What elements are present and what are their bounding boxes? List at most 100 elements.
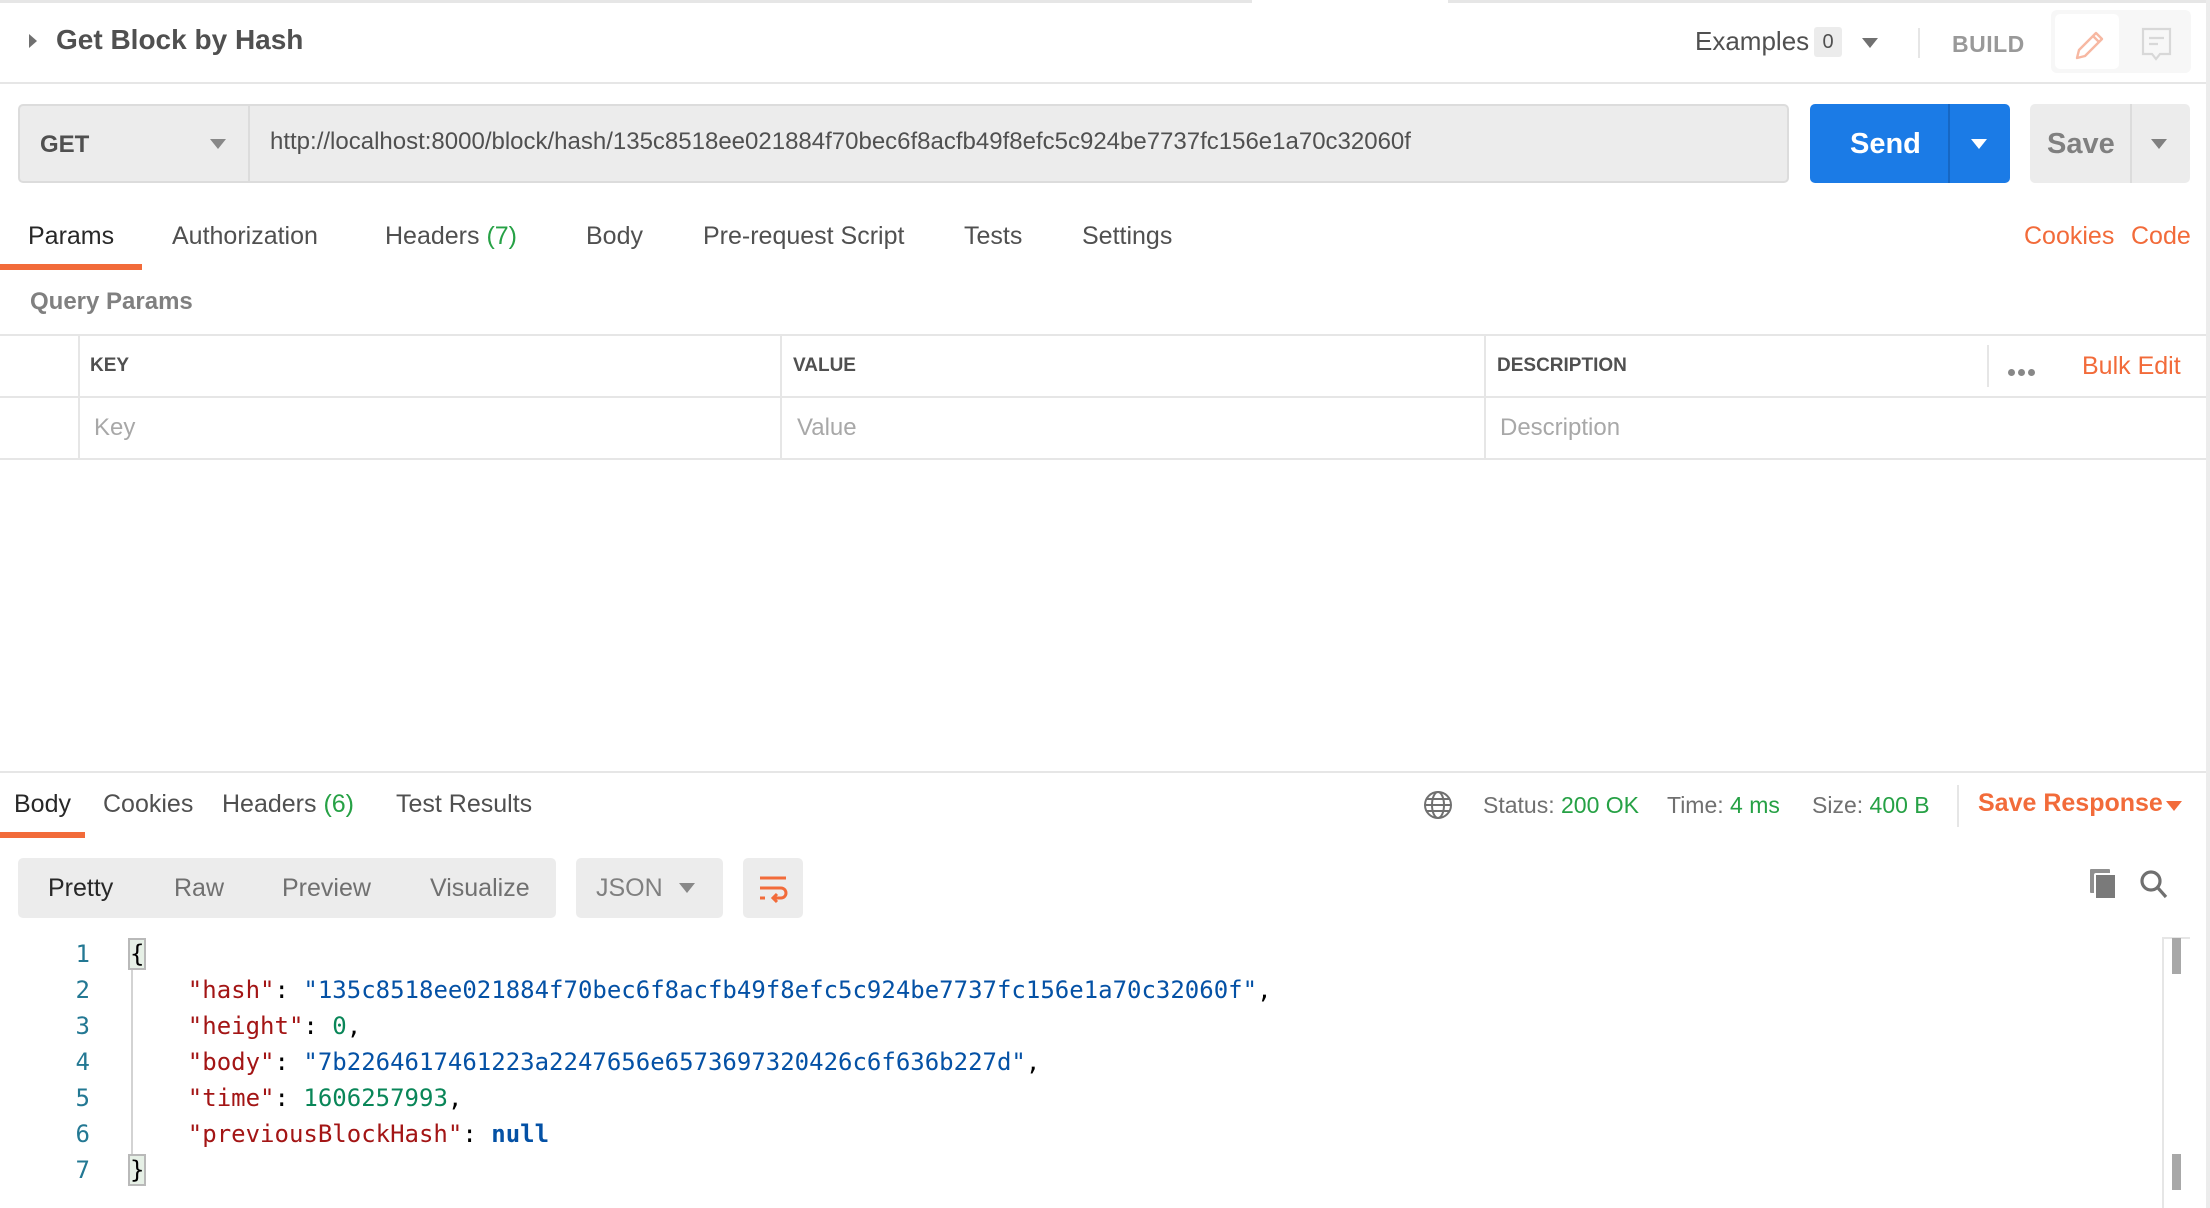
json-key: "time" — [187, 1084, 275, 1112]
save-options-dropdown-icon[interactable] — [2151, 139, 2167, 149]
line-number: 1 — [75, 940, 90, 968]
json-value: null — [491, 1120, 550, 1148]
more-options-icon[interactable] — [2008, 363, 2038, 381]
send-label[interactable]: Send — [1850, 128, 1921, 161]
json-key: "body" — [187, 1048, 275, 1076]
line-number: 7 — [75, 1156, 90, 1184]
bulk-edit-button[interactable]: Bulk Edit — [2082, 352, 2181, 381]
chevron-down-icon — [679, 883, 695, 893]
json-value: 1606257993 — [303, 1084, 448, 1112]
code-line: "previousBlockHash": null — [187, 1120, 550, 1148]
headers-count: (6) — [323, 790, 355, 818]
code-line: "height": 0, — [187, 1012, 362, 1040]
tab-label: Body — [586, 222, 643, 250]
tab-body[interactable]: Body — [586, 222, 643, 251]
copy-button[interactable] — [2086, 866, 2120, 907]
size-value: 400 B — [1869, 792, 1930, 818]
json-value: 0 — [332, 1012, 347, 1040]
key-input[interactable]: Key — [94, 414, 135, 442]
size-label: Size: — [1812, 792, 1864, 818]
request-title[interactable]: Get Block by Hash — [56, 24, 303, 56]
value-input[interactable]: Value — [797, 414, 857, 442]
tab-authorization[interactable]: Authorization — [172, 222, 318, 251]
tab-label: Params — [28, 222, 115, 250]
code-line: "time": 1606257993, — [187, 1084, 463, 1112]
scrollbar-marker — [2172, 938, 2181, 974]
size-readout: Size: 400 B — [1812, 792, 1930, 819]
format-pretty[interactable]: Pretty — [48, 874, 113, 903]
line-number: 3 — [75, 1012, 90, 1040]
send-options-dropdown-icon[interactable] — [1971, 139, 1987, 149]
right-pane-border — [2206, 0, 2210, 1208]
comments-button[interactable] — [2127, 14, 2187, 69]
search-icon — [2140, 870, 2168, 899]
code-line: "hash": "135c8518ee021884f70bec6f8acfb49… — [187, 976, 1272, 1004]
save-label[interactable]: Save — [2047, 128, 2115, 161]
build-mode-label[interactable]: BUILD — [1952, 31, 2025, 58]
tab-params[interactable]: Params — [28, 222, 114, 251]
response-tab-headers[interactable]: Headers (6) — [222, 790, 354, 819]
table-border — [0, 458, 2206, 460]
expand-caret-icon[interactable] — [29, 34, 37, 48]
wrap-icon — [760, 876, 788, 904]
tab-label: Headers — [385, 222, 480, 250]
divider — [1957, 785, 1959, 827]
copy-icon — [2090, 869, 2117, 900]
pencil-icon — [2075, 31, 2104, 60]
tab-headers[interactable]: Headers (7) — [385, 222, 517, 251]
method-label: GET — [40, 131, 90, 158]
response-tab-cookies[interactable]: Cookies — [103, 790, 193, 819]
language-label: JSON — [596, 874, 663, 902]
column-header-value: VALUE — [793, 355, 856, 376]
format-visualize[interactable]: Visualize — [430, 874, 530, 903]
tab-label: Settings — [1082, 222, 1173, 250]
response-tab-test-results[interactable]: Test Results — [396, 790, 532, 819]
description-input[interactable]: Description — [1500, 414, 1620, 442]
save-response-button[interactable]: Save Response — [1978, 789, 2163, 818]
table-border — [0, 396, 2206, 398]
status-readout: Status: 200 OK — [1483, 792, 1639, 819]
network-globe-icon[interactable] — [1422, 789, 1454, 826]
time-label: Time: — [1667, 792, 1724, 818]
wrap-lines-button[interactable] — [743, 858, 803, 918]
divider — [2130, 104, 2132, 183]
code-link[interactable]: Code — [2131, 222, 2191, 251]
column-header-key: KEY — [90, 355, 130, 376]
format-preview[interactable]: Preview — [282, 874, 371, 903]
examples-label[interactable]: Examples — [1695, 26, 1809, 57]
query-params-title: Query Params — [30, 288, 193, 315]
examples-dropdown-icon[interactable] — [1862, 38, 1878, 48]
active-tab-indicator — [0, 832, 85, 838]
comment-icon — [2141, 27, 2172, 61]
time-readout: Time: 4 ms — [1667, 792, 1780, 819]
search-button[interactable] — [2137, 866, 2171, 907]
globe-icon — [1424, 791, 1452, 819]
tab-settings[interactable]: Settings — [1082, 222, 1172, 251]
headers-count: (7) — [486, 222, 518, 250]
code-line: { — [127, 938, 147, 970]
divider — [1948, 104, 1950, 183]
url-value[interactable]: http://localhost:8000/block/hash/135c851… — [270, 128, 1411, 156]
pane-splitter[interactable] — [0, 771, 2206, 773]
status-value: 200 OK — [1561, 792, 1639, 818]
column-header-description: DESCRIPTION — [1497, 355, 1627, 376]
format-raw[interactable]: Raw — [174, 874, 224, 903]
line-number: 4 — [75, 1048, 90, 1076]
json-key: "previousBlockHash" — [187, 1120, 463, 1148]
active-tab-indicator — [0, 264, 142, 270]
chevron-down-icon — [210, 139, 226, 149]
column-divider — [1987, 345, 1989, 387]
tab-tests[interactable]: Tests — [964, 222, 1022, 251]
time-value: 4 ms — [1730, 792, 1780, 818]
code-line: } — [127, 1154, 147, 1186]
save-response-dropdown-icon[interactable] — [2166, 801, 2182, 811]
code-line: "body": "7b2264617461223a2247656e6573697… — [187, 1048, 1041, 1076]
status-label: Status: — [1483, 792, 1555, 818]
json-value: "7b2264617461223a2247656e6573697320426c6… — [303, 1048, 1026, 1076]
edit-mode-button[interactable] — [2055, 14, 2119, 69]
response-tab-body[interactable]: Body — [14, 790, 71, 819]
cookies-link[interactable]: Cookies — [2024, 222, 2114, 251]
tab-pre-request-script[interactable]: Pre-request Script — [703, 222, 904, 251]
scrollbar-track[interactable] — [2162, 937, 2164, 1208]
line-number: 6 — [75, 1120, 90, 1148]
